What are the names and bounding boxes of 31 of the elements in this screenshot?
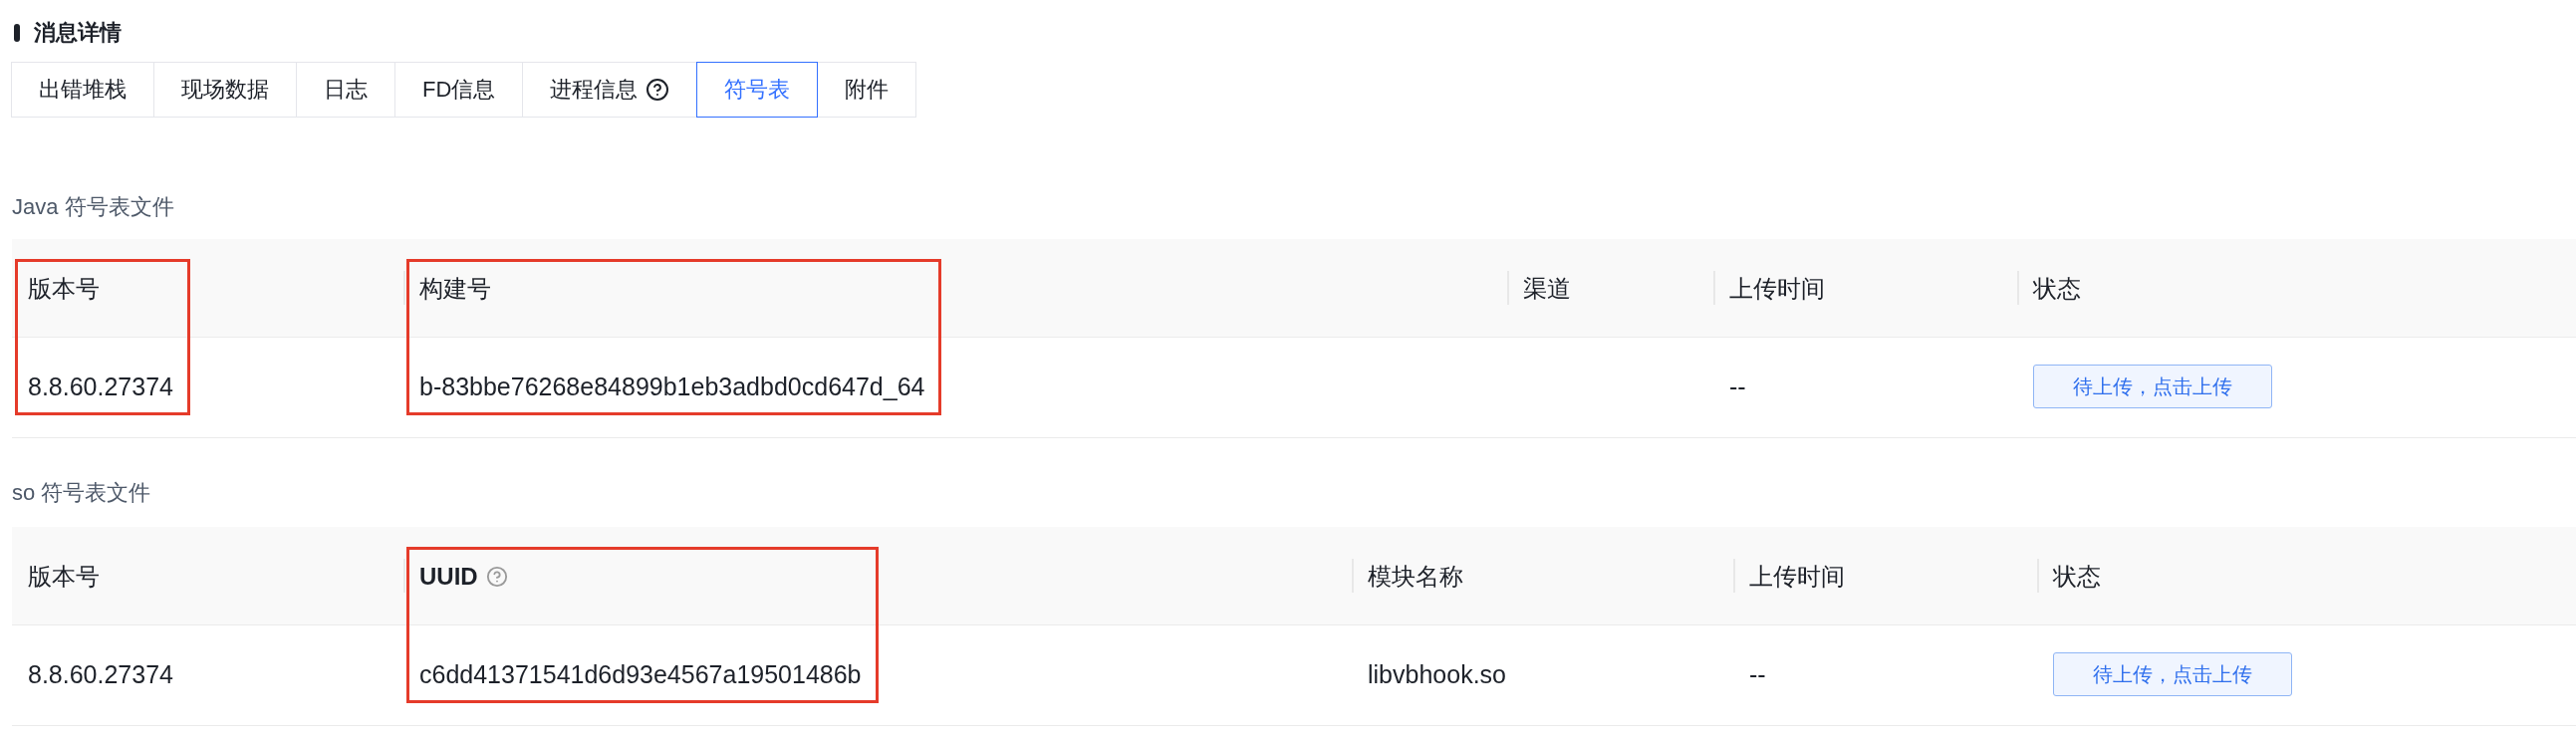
- column-header: 渠道: [1523, 274, 1571, 304]
- column-header: 状态: [2033, 274, 2081, 304]
- upload-button[interactable]: 待上传，点击上传: [2053, 652, 2292, 696]
- column-header: 版本号: [28, 562, 100, 592]
- table-cell: 8.8.60.27374: [28, 372, 173, 401]
- tab[interactable]: 日志: [296, 62, 395, 118]
- table-cell: --: [1749, 659, 1766, 689]
- column-header: 版本号: [28, 274, 100, 304]
- tab[interactable]: 现场数据: [153, 62, 297, 118]
- column-header: 模块名称: [1368, 562, 1463, 592]
- table-cell: --: [1729, 372, 1746, 401]
- column-header: 上传时间: [1729, 274, 1825, 304]
- help-icon[interactable]: [645, 78, 670, 102]
- column-header: 上传时间: [1749, 562, 1845, 592]
- column-header: 状态: [2053, 562, 2101, 592]
- table-title: Java 符号表文件: [12, 193, 175, 221]
- table-cell: 8.8.60.27374: [28, 659, 173, 689]
- tab[interactable]: 进程信息: [522, 62, 698, 118]
- column-header: 构建号: [419, 274, 491, 304]
- upload-button[interactable]: 待上传，点击上传: [2033, 365, 2272, 408]
- table-cell: c6dd41371541d6d93e4567a19501486b: [419, 659, 862, 689]
- tab[interactable]: 符号表: [696, 62, 819, 118]
- section-title: 消息详情: [34, 19, 122, 47]
- table-title: so 符号表文件: [12, 479, 152, 507]
- column-header: UUID: [419, 562, 478, 592]
- tab[interactable]: 出错堆栈: [11, 62, 154, 118]
- title-bar-icon: [14, 24, 20, 42]
- tab[interactable]: 附件: [817, 62, 917, 118]
- table-cell: b-83bbe76268e84899b1eb3adbd0cd647d_64: [419, 372, 925, 401]
- tab[interactable]: FD信息: [394, 62, 524, 118]
- table-cell: libvbhook.so: [1368, 659, 1506, 689]
